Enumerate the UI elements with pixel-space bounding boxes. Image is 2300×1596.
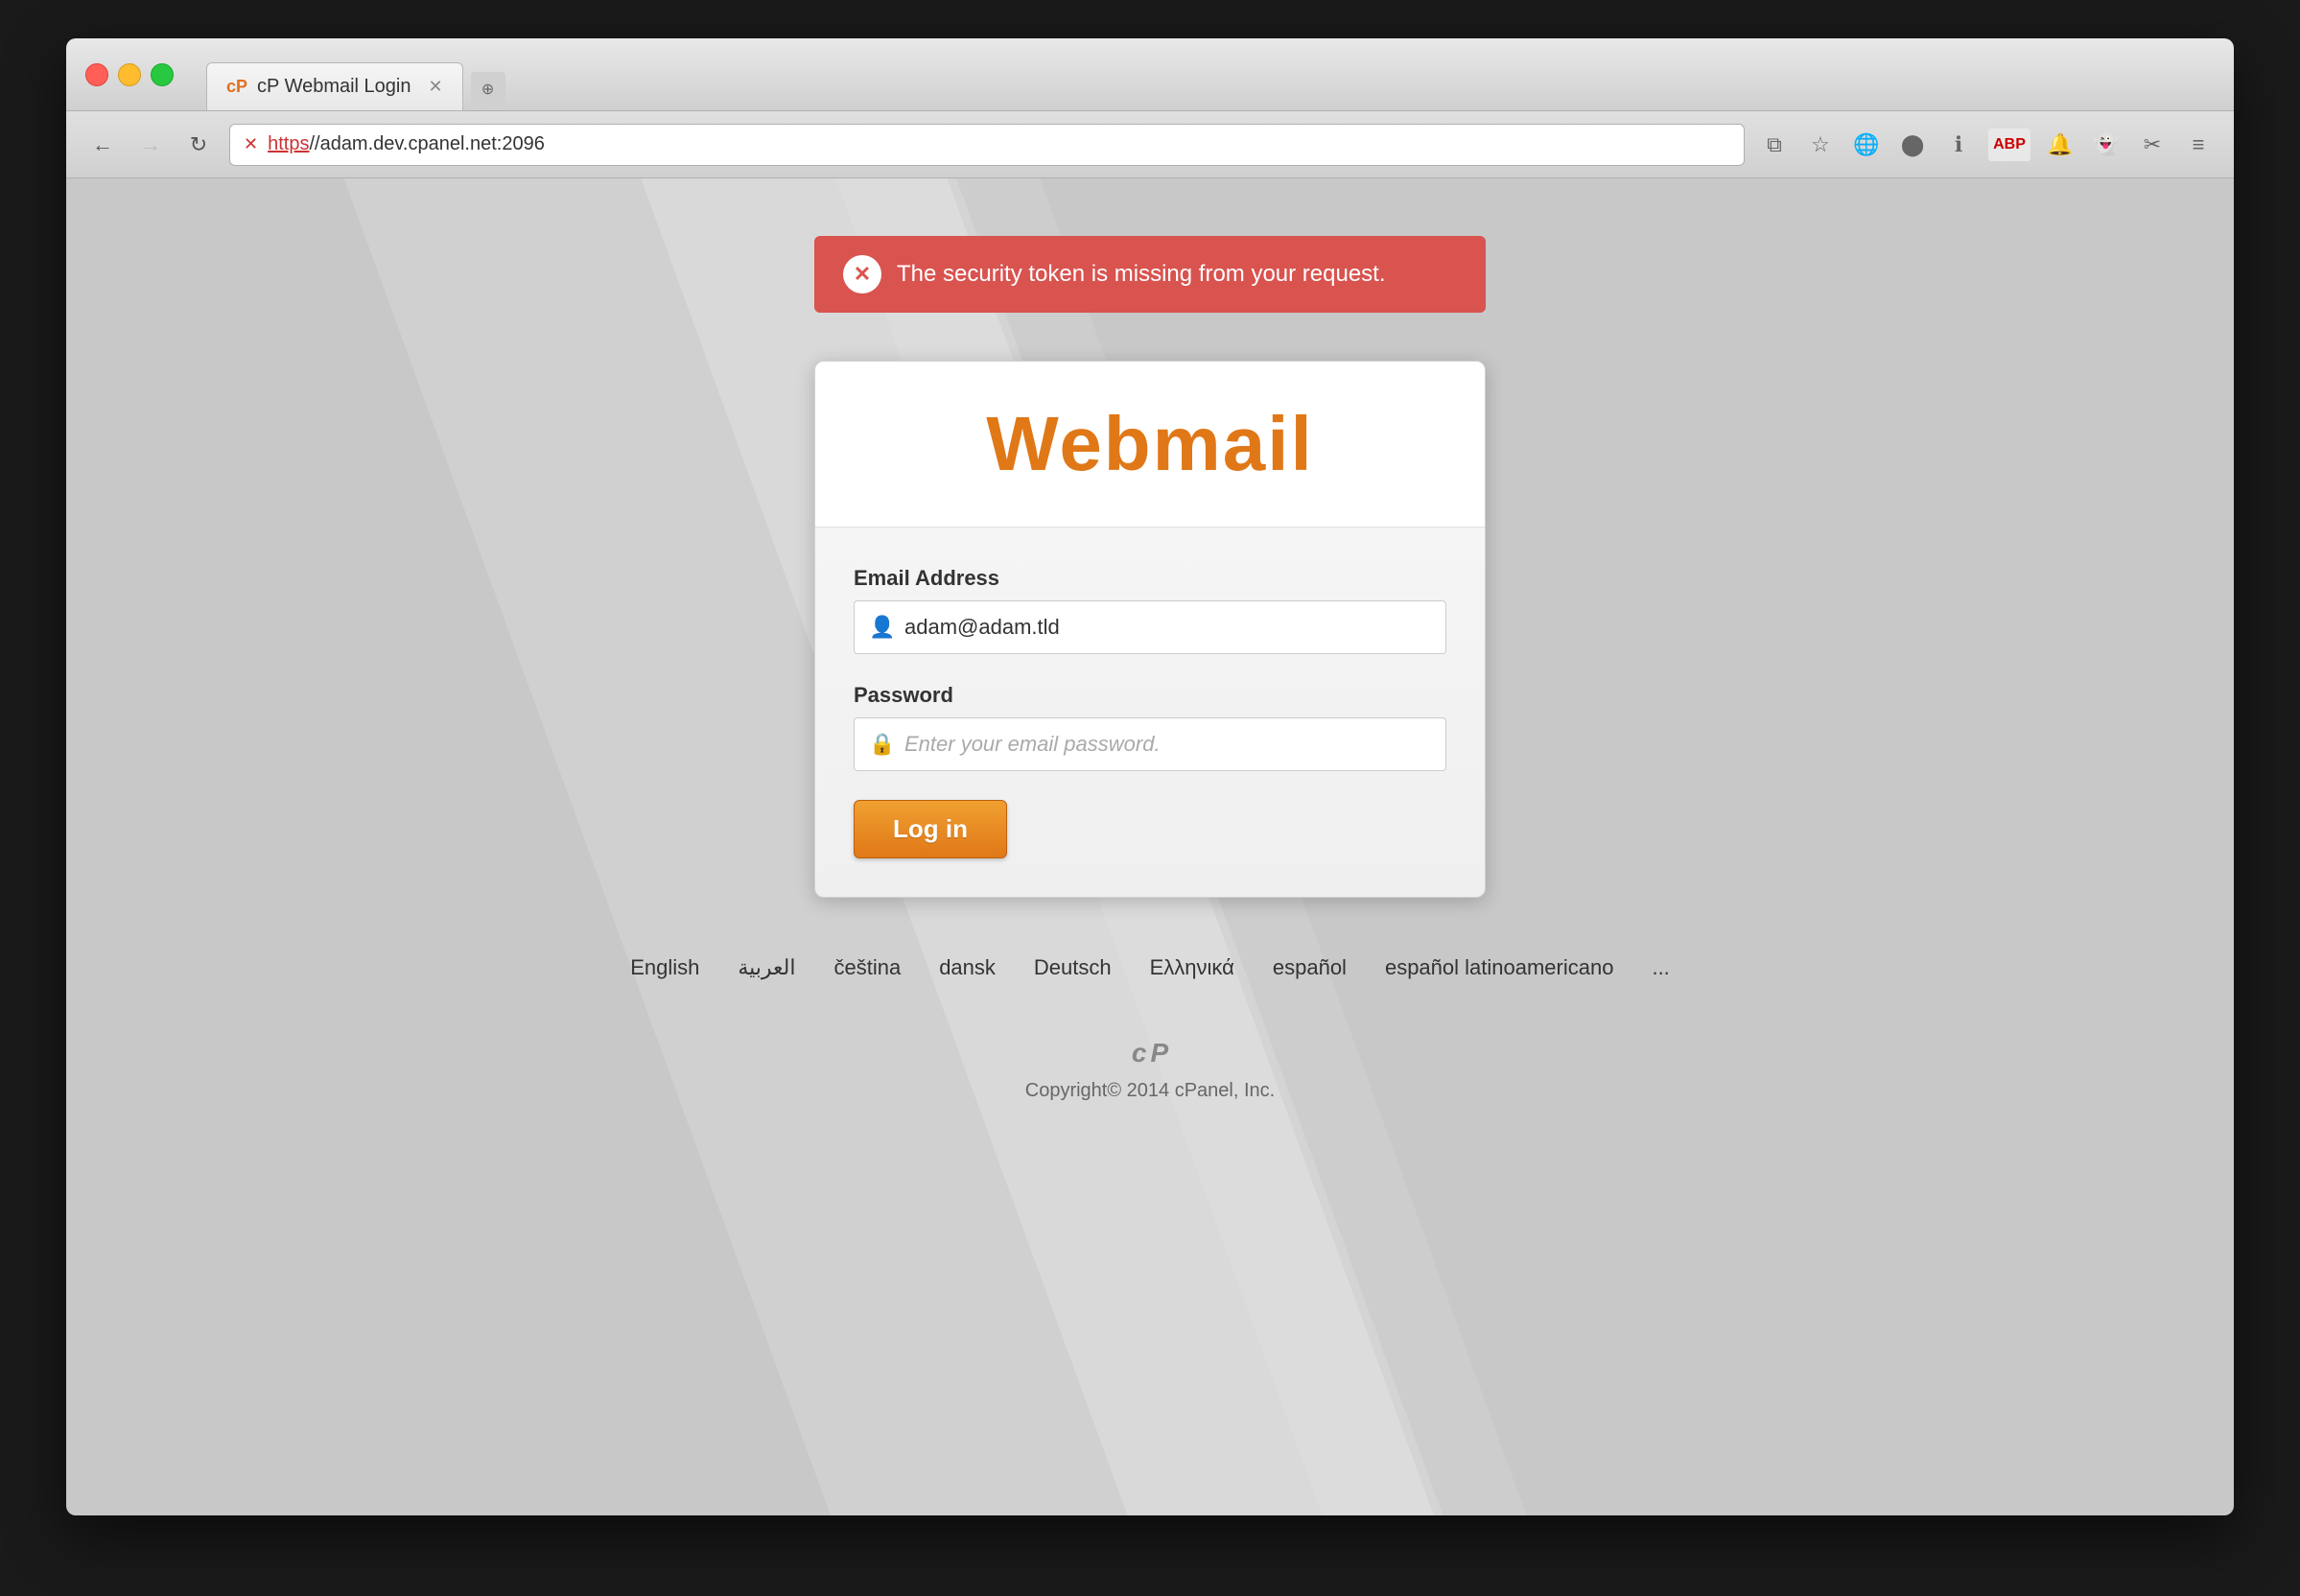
title-bar: cP cP Webmail Login ✕ ⊕ bbox=[66, 38, 2234, 111]
page-content: ✕ The security token is missing from you… bbox=[66, 178, 2234, 1515]
cp-letter-c: c bbox=[1132, 1038, 1147, 1068]
login-card: Webmail Email Address 👤 Password 🔒 bbox=[814, 361, 1486, 898]
tab-close-icon[interactable]: ✕ bbox=[429, 77, 443, 97]
error-banner: ✕ The security token is missing from you… bbox=[814, 236, 1486, 313]
tab-favicon: cP bbox=[226, 77, 247, 97]
lang-spanish[interactable]: español bbox=[1273, 955, 1347, 980]
lang-more[interactable]: ... bbox=[1652, 955, 1669, 980]
error-message: The security token is missing from your … bbox=[897, 261, 1386, 288]
minimize-button[interactable] bbox=[118, 63, 141, 86]
address-bar[interactable]: ✕ https//adam.dev.cpanel.net:2096 bbox=[229, 124, 1745, 166]
lock-field-icon: 🔒 bbox=[869, 732, 895, 757]
lang-german[interactable]: Deutsch bbox=[1034, 955, 1112, 980]
traffic-lights bbox=[85, 63, 174, 86]
abp-icon[interactable]: ABP bbox=[1988, 129, 2030, 161]
lang-czech[interactable]: čeština bbox=[833, 955, 901, 980]
email-label: Email Address bbox=[854, 566, 1446, 591]
email-group: Email Address 👤 bbox=[854, 566, 1446, 654]
back-button[interactable]: ← bbox=[85, 128, 120, 162]
login-button[interactable]: Log in bbox=[854, 800, 1007, 858]
card-header: Webmail bbox=[815, 362, 1485, 528]
refresh-button[interactable]: ↻ bbox=[181, 128, 216, 162]
tab-bar: cP cP Webmail Login ✕ ⊕ bbox=[206, 38, 2215, 110]
extra-icon[interactable]: ✂ bbox=[2136, 129, 2169, 161]
user-icon: 👤 bbox=[869, 615, 895, 640]
lock-icon: ✕ bbox=[244, 134, 258, 154]
lang-arabic[interactable]: العربية bbox=[738, 955, 795, 980]
webmail-title: Webmail bbox=[854, 400, 1446, 488]
email-input[interactable] bbox=[854, 600, 1446, 654]
url-protocol: https bbox=[268, 133, 309, 154]
ghost-icon[interactable]: 👻 bbox=[2090, 129, 2123, 161]
active-tab[interactable]: cP cP Webmail Login ✕ bbox=[206, 62, 463, 110]
tab-title: cP Webmail Login bbox=[257, 76, 411, 98]
new-tab-button[interactable]: ⊕ bbox=[471, 72, 505, 106]
email-input-wrapper: 👤 bbox=[854, 600, 1446, 654]
lang-danish[interactable]: dansk bbox=[939, 955, 996, 980]
info-icon[interactable]: ℹ bbox=[1942, 129, 1975, 161]
browser-icons: ⧉ ☆ 🌐 ⬤ ℹ ABP 🔔 👻 ✂ ≡ bbox=[1758, 129, 2215, 161]
card-body: Email Address 👤 Password 🔒 Log in bbox=[815, 528, 1485, 897]
menu-icon[interactable]: ≡ bbox=[2182, 129, 2215, 161]
error-icon: ✕ bbox=[843, 255, 881, 293]
cpanel-logo: c P bbox=[1132, 1038, 1168, 1068]
multicolored-icon[interactable]: ⬤ bbox=[1896, 129, 1929, 161]
forward-button[interactable]: → bbox=[133, 128, 168, 162]
password-input-wrapper: 🔒 bbox=[854, 717, 1446, 771]
lang-greek[interactable]: Ελληνικά bbox=[1150, 955, 1234, 980]
translate-icon[interactable]: 🌐 bbox=[1850, 129, 1883, 161]
maximize-button[interactable] bbox=[151, 63, 174, 86]
lang-spanish-latin[interactable]: español latinoamericano bbox=[1385, 955, 1614, 980]
nav-bar: ← → ↻ ✕ https//adam.dev.cpanel.net:2096 … bbox=[66, 111, 2234, 178]
url-display: https//adam.dev.cpanel.net:2096 bbox=[268, 133, 545, 155]
screenshot-icon[interactable]: ⧉ bbox=[1758, 129, 1791, 161]
copyright-text: Copyright© 2014 cPanel, Inc. bbox=[1025, 1080, 1275, 1102]
password-group: Password 🔒 bbox=[854, 683, 1446, 771]
password-label: Password bbox=[854, 683, 1446, 708]
notification-icon[interactable]: 🔔 bbox=[2044, 129, 2077, 161]
language-bar: English العربية čeština dansk Deutsch Ελ… bbox=[630, 955, 1670, 980]
password-input[interactable] bbox=[854, 717, 1446, 771]
footer: c P Copyright© 2014 cPanel, Inc. bbox=[1025, 1038, 1275, 1102]
bookmark-icon[interactable]: ☆ bbox=[1804, 129, 1837, 161]
lang-english[interactable]: English bbox=[630, 955, 699, 980]
content-wrapper: ✕ The security token is missing from you… bbox=[66, 178, 2234, 1102]
browser-window: cP cP Webmail Login ✕ ⊕ ← → ↻ ✕ https//a… bbox=[66, 38, 2234, 1515]
url-rest: //adam.dev.cpanel.net:2096 bbox=[309, 133, 544, 154]
cp-letter-p: P bbox=[1150, 1038, 1168, 1068]
close-button[interactable] bbox=[85, 63, 108, 86]
